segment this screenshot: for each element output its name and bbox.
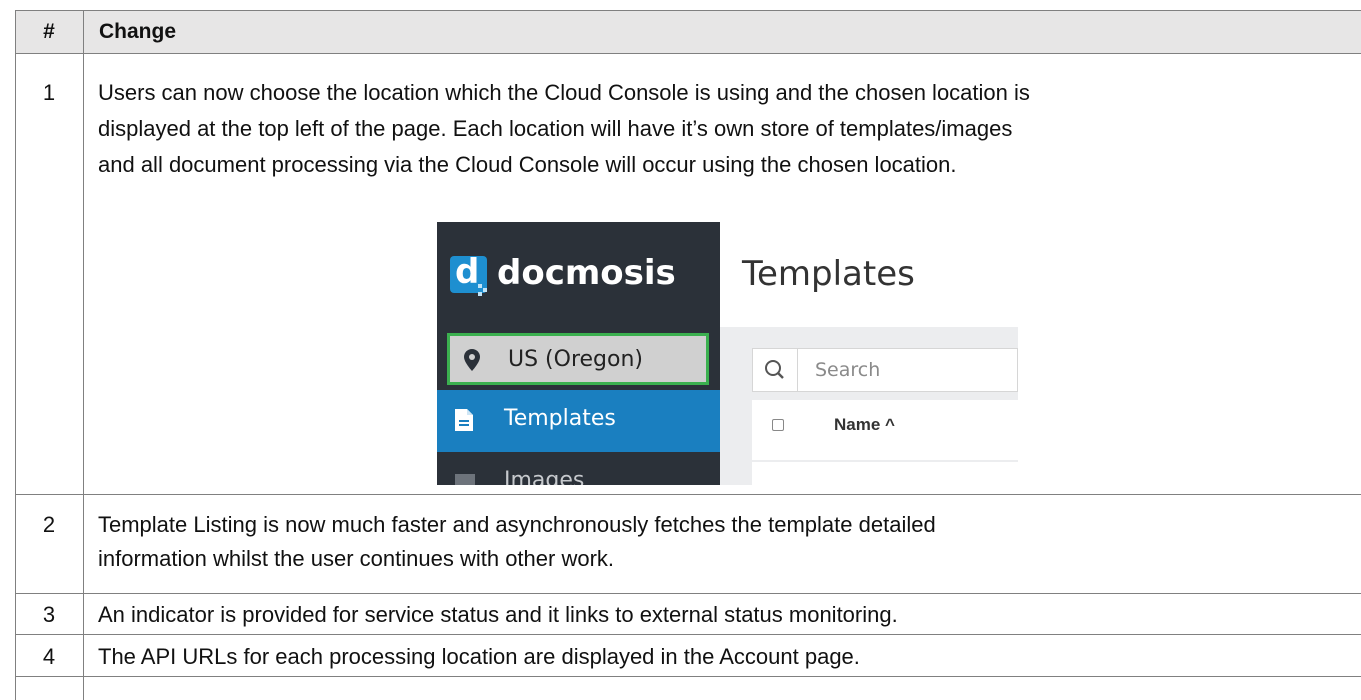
row-text-line: Template Listing is now much faster and … xyxy=(98,512,936,537)
row-text-line: and all document processing via the Clou… xyxy=(98,152,957,177)
table-border-left xyxy=(15,10,16,700)
logo-text: docmosis xyxy=(497,253,676,293)
table-divider xyxy=(15,494,1361,495)
list-item xyxy=(752,462,1018,485)
document-icon xyxy=(455,409,473,431)
location-label: US (Oregon) xyxy=(508,347,644,372)
select-all-checkbox[interactable] xyxy=(772,419,784,431)
sidebar-item-label: Templates xyxy=(504,406,616,431)
table-divider xyxy=(15,53,1361,54)
table-divider xyxy=(15,634,1361,635)
row-text-line: An indicator is provided for service sta… xyxy=(98,602,898,627)
embedded-screenshot: d docmosis US (Oregon) Templates Images … xyxy=(437,222,1018,485)
header-change: Change xyxy=(99,20,177,43)
row-number: 3 xyxy=(42,602,56,627)
page-title: Templates xyxy=(742,254,915,294)
table-border-top xyxy=(15,10,1361,11)
table-divider xyxy=(15,593,1361,594)
sidebar: d docmosis US (Oregon) Templates Images xyxy=(437,222,720,485)
row-text-line: displayed at the top left of the page. E… xyxy=(98,116,1013,141)
main-header: Templates xyxy=(720,222,1018,327)
search-input[interactable]: Search xyxy=(752,348,1018,392)
table-divider xyxy=(15,676,1361,677)
list-header: Name ^ xyxy=(752,400,1018,460)
sidebar-item-templates[interactable]: Templates xyxy=(437,390,720,452)
sidebar-item-images[interactable]: Images xyxy=(504,467,584,485)
row-text-line: The API URLs for each processing locatio… xyxy=(98,644,860,669)
search-placeholder: Search xyxy=(815,359,881,381)
logo: d docmosis xyxy=(437,222,720,327)
map-marker-icon xyxy=(464,349,480,371)
location-selector[interactable]: US (Oregon) xyxy=(447,333,709,385)
row-text-line: Users can now choose the location which … xyxy=(98,80,1030,105)
change-table: # Change 1 Users can now choose the loca… xyxy=(15,10,1361,700)
row-number: 4 xyxy=(42,644,56,669)
image-icon xyxy=(455,474,475,485)
main-content: Search Name ^ xyxy=(720,327,1018,485)
row-text-line: information whilst the user continues wi… xyxy=(98,546,615,571)
search-icon xyxy=(765,360,784,379)
logo-letter: d xyxy=(455,252,480,292)
column-name-sort[interactable]: Name ^ xyxy=(834,414,895,436)
search-button[interactable] xyxy=(753,349,798,391)
header-number: # xyxy=(43,20,55,43)
row-number: 2 xyxy=(42,512,56,537)
table-column-divider xyxy=(83,10,84,700)
row-number: 1 xyxy=(42,80,56,105)
